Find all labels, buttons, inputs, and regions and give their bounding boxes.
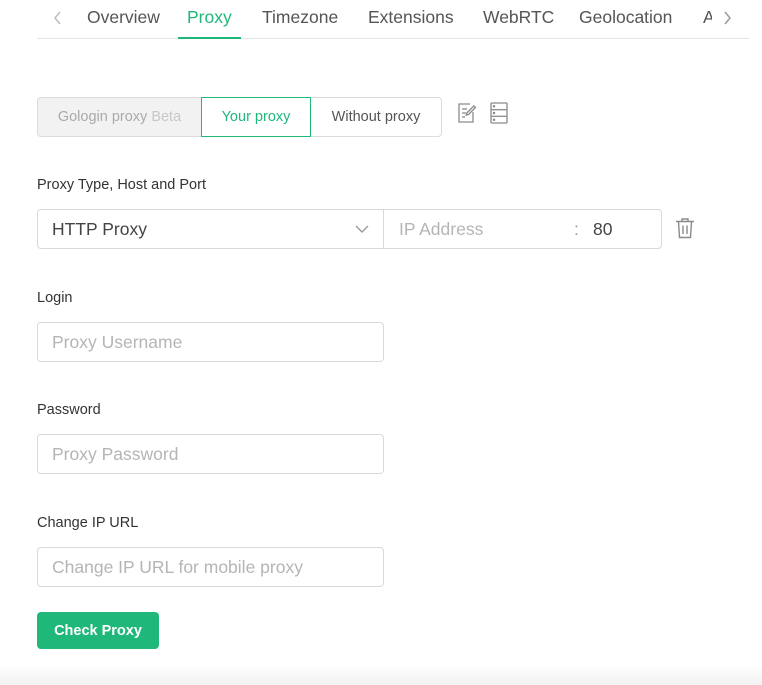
- tab-proxy[interactable]: Proxy: [178, 5, 241, 39]
- login-field-wrapper: [37, 322, 384, 362]
- host-input[interactable]: [385, 210, 570, 248]
- tab-geolocation[interactable]: Geolocation: [579, 5, 672, 39]
- password-label: Password: [37, 402, 101, 418]
- login-label: Login: [37, 290, 73, 306]
- edit-list-icon[interactable]: [455, 101, 479, 125]
- without-proxy-option[interactable]: Without proxy: [310, 97, 442, 137]
- bottom-edge-shadow: [0, 665, 762, 685]
- tabs-scroll-left-icon[interactable]: [50, 8, 66, 28]
- proxy-type-select[interactable]: HTTP Proxy: [38, 210, 384, 248]
- login-input[interactable]: [38, 323, 383, 361]
- tab-truncated[interactable]: A: [703, 5, 712, 29]
- beta-badge: Beta: [151, 109, 182, 125]
- check-proxy-button[interactable]: Check Proxy: [37, 612, 159, 649]
- chevron-down-icon: [355, 225, 369, 233]
- active-tab-indicator: [178, 37, 241, 39]
- server-icon[interactable]: [487, 101, 511, 125]
- proxy-type-label: Proxy Type, Host and Port: [37, 177, 206, 193]
- tab-bar: Overview Proxy Timezone Extensions WebRT…: [37, 0, 749, 39]
- tabs-scroll-right-icon[interactable]: [719, 8, 735, 28]
- gologin-proxy-option: Gologin proxy Beta: [37, 97, 202, 137]
- your-proxy-option[interactable]: Your proxy: [201, 97, 311, 137]
- tab-webrtc[interactable]: WebRTC: [483, 5, 554, 39]
- password-input[interactable]: [38, 435, 383, 473]
- proxy-type-value: HTTP Proxy: [52, 219, 147, 239]
- change-ip-url-field-wrapper: [37, 547, 384, 587]
- password-field-wrapper: [37, 434, 384, 474]
- trash-icon[interactable]: [673, 216, 697, 240]
- change-ip-url-label: Change IP URL: [37, 515, 139, 531]
- tab-overview[interactable]: Overview: [87, 5, 160, 39]
- host-port-separator: :: [574, 219, 579, 239]
- host-input-wrapper: [385, 210, 570, 248]
- port-input[interactable]: [593, 210, 659, 248]
- change-ip-url-input[interactable]: [38, 548, 383, 586]
- proxy-type-host-port-group: HTTP Proxy :: [37, 209, 662, 249]
- tab-timezone[interactable]: Timezone: [262, 5, 338, 39]
- port-input-wrapper: [593, 210, 659, 248]
- tab-extensions[interactable]: Extensions: [368, 5, 454, 39]
